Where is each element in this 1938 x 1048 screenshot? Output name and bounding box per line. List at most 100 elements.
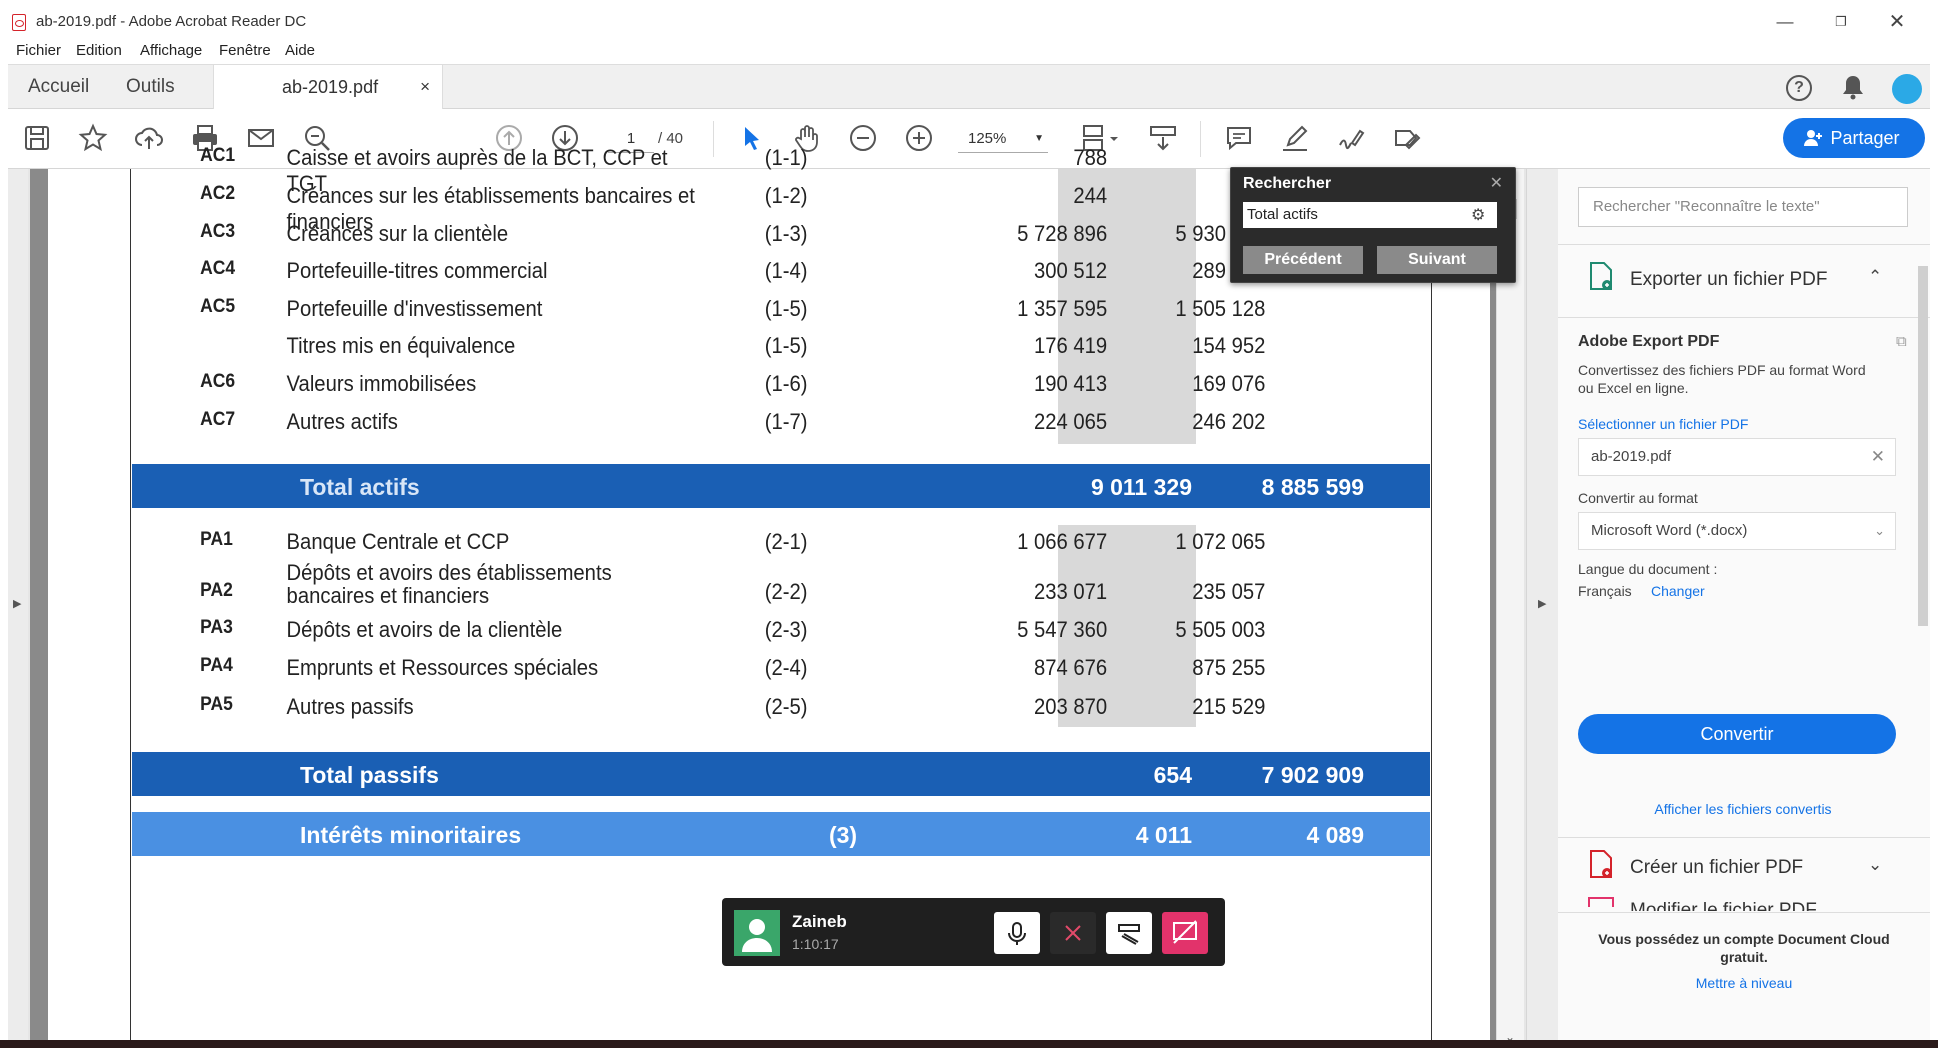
avatar[interactable] — [1892, 74, 1922, 104]
divider — [1558, 912, 1930, 913]
tools-search-placeholder: Rechercher "Reconnaître le texte" — [1593, 198, 1820, 215]
row-value-2019: 244 — [1073, 183, 1108, 208]
minimize-button[interactable]: — — [1762, 8, 1808, 36]
right-panel-toggle[interactable]: ▶ — [1526, 169, 1558, 1048]
format-select[interactable]: Microsoft Word (*.docx) ⌄ — [1578, 512, 1896, 550]
collapse-panel-icon: ▶ — [1538, 598, 1547, 610]
search-query: Total actifs — [1247, 206, 1318, 223]
view-converted-link[interactable]: Afficher les fichiers convertis — [1578, 801, 1908, 817]
row-code: AC5 — [200, 296, 236, 317]
change-language-link[interactable]: Changer — [1651, 583, 1705, 599]
row-code: PA4 — [200, 655, 233, 676]
row-label: Dépôts et avoirs de la clientèle — [286, 617, 563, 642]
previous-button[interactable]: Précédent — [1243, 246, 1363, 274]
menu-bar: Fichier Edition Affichage Fenêtre Aide — [0, 40, 1938, 64]
menu-affichage[interactable]: Affichage — [140, 42, 202, 59]
document-scrollbar[interactable]: ⌄ — [1496, 169, 1524, 1048]
row-value-2018: 169 076 — [1192, 371, 1266, 396]
chevron-down-icon[interactable]: ⌄ — [1868, 855, 1882, 875]
row-code: PA2 — [200, 580, 233, 601]
row-value-2019: 5 728 896 — [1017, 221, 1108, 246]
table-row: Titres mis en équivalence (1-5) 176 419 … — [132, 333, 1326, 373]
divider — [1558, 837, 1930, 838]
row-value-2018: 235 057 — [1192, 579, 1266, 604]
search-input[interactable]: Total actifs — [1243, 202, 1497, 228]
row-value-2019: 1 066 677 — [1017, 529, 1108, 554]
row-label: Portefeuille-titres commercial — [286, 258, 548, 283]
taskbar-edge — [0, 1040, 1938, 1048]
gear-icon[interactable]: ⚙ — [1471, 205, 1493, 225]
total-assets-label: Total actifs — [300, 474, 420, 500]
tab-home[interactable]: Accueil — [28, 65, 89, 109]
copy-icon[interactable]: ⧉ — [1896, 333, 1907, 350]
create-pdf-section[interactable]: Créer un fichier PDF ⌄ — [1558, 849, 1930, 889]
upgrade-link[interactable]: Mettre à niveau — [1578, 975, 1910, 991]
minority-label: Intérêts minoritaires — [300, 822, 522, 848]
menu-fenetre[interactable]: Fenêtre — [219, 42, 271, 59]
stop-share-icon[interactable] — [1162, 912, 1208, 954]
left-panel-toggle[interactable]: ▶ — [8, 169, 28, 1048]
restore-button[interactable]: ❐ — [1818, 8, 1864, 36]
convert-button[interactable]: Convertir — [1578, 714, 1896, 754]
microphone-icon[interactable] — [994, 912, 1040, 954]
clear-file-icon[interactable]: ✕ — [1871, 439, 1885, 475]
row-value-2019: 1 357 595 — [1017, 296, 1108, 321]
tab-document[interactable]: ab-2019.pdf × — [213, 65, 443, 110]
close-window-button[interactable]: ✕ — [1874, 8, 1920, 36]
menu-aide[interactable]: Aide — [285, 42, 315, 59]
sign-icon[interactable] — [1336, 123, 1366, 153]
title-bar: ab-2019.pdf - Adobe Acrobat Reader DC — … — [0, 0, 1938, 44]
divider — [1558, 317, 1930, 318]
share-label: Partager — [1830, 128, 1900, 148]
row-value-2018: 215 529 — [1192, 694, 1266, 719]
menu-edition[interactable]: Edition — [76, 42, 122, 59]
star-icon[interactable] — [78, 123, 108, 153]
close-tab-icon[interactable]: × — [420, 65, 430, 109]
total-liabilities-2018: 7 902 909 — [1261, 762, 1364, 788]
table-row: AC5 Portefeuille d'investissement (1-5) … — [132, 296, 1326, 336]
row-label: Créances sur la clientèle — [286, 221, 509, 246]
row-note: (1-3) — [764, 221, 808, 246]
save-icon[interactable] — [22, 123, 52, 153]
row-value-2019: 788 — [1073, 145, 1108, 170]
select-file-link[interactable]: Sélectionner un fichier PDF — [1578, 416, 1748, 432]
row-note: (1-1) — [764, 145, 808, 170]
row-value-2019: 300 512 — [1034, 258, 1108, 283]
close-icon[interactable]: ✕ — [1490, 173, 1503, 193]
row-value-2019: 874 676 — [1034, 655, 1108, 680]
video-off-icon[interactable] — [1050, 912, 1096, 954]
right-panel-scrollbar[interactable] — [1914, 246, 1930, 906]
add-user-icon — [1804, 130, 1822, 146]
call-overlay: Zaineb 1:10:17 — [722, 898, 1225, 966]
avatar — [734, 910, 780, 956]
minority-note: (3) — [828, 822, 858, 848]
export-pdf-icon — [1590, 262, 1612, 290]
row-value-2018: 1 072 065 — [1175, 529, 1266, 554]
edit-pdf-section[interactable]: Modifier le fichier PDF — [1558, 897, 1930, 911]
share-button[interactable]: Partager — [1783, 118, 1925, 158]
chevron-up-icon[interactable]: ⌃ — [1868, 267, 1882, 287]
remote-control-icon[interactable] — [1106, 912, 1152, 954]
row-value-2018: 875 255 — [1192, 655, 1266, 680]
help-icon[interactable]: ? — [1786, 75, 1812, 101]
table-row: AC7 Autres actifs (1-7) 224 065 246 202 — [132, 409, 1326, 449]
table-row: PA5 Autres passifs (2-5) 203 870 215 529 — [132, 694, 1326, 734]
row-note: (1-7) — [764, 409, 808, 434]
menu-fichier[interactable]: Fichier — [16, 42, 61, 59]
bell-icon[interactable] — [1842, 74, 1864, 100]
fill-sign-icon[interactable] — [1392, 123, 1422, 153]
divider — [1558, 244, 1930, 245]
row-value-2018: 246 202 — [1192, 409, 1266, 434]
scrollbar-thumb[interactable] — [1918, 266, 1928, 626]
next-button[interactable]: Suivant — [1377, 246, 1497, 274]
tools-search-input[interactable]: Rechercher "Reconnaître le texte" — [1578, 187, 1908, 227]
selected-file-field[interactable]: ab-2019.pdf ✕ — [1578, 438, 1896, 476]
edit-pdf-title: Modifier le fichier PDF — [1630, 900, 1817, 911]
total-liabilities-row: Total passifs 654 7 902 909 — [132, 752, 1430, 796]
row-note: (1-5) — [764, 333, 808, 358]
row-note: (1-5) — [764, 296, 808, 321]
export-pdf-section[interactable]: Exporter un fichier PDF ⌃ — [1558, 261, 1930, 301]
row-code: PA5 — [200, 694, 233, 715]
minority-2019: 4 011 — [1135, 822, 1192, 848]
tab-tools[interactable]: Outils — [126, 65, 175, 109]
